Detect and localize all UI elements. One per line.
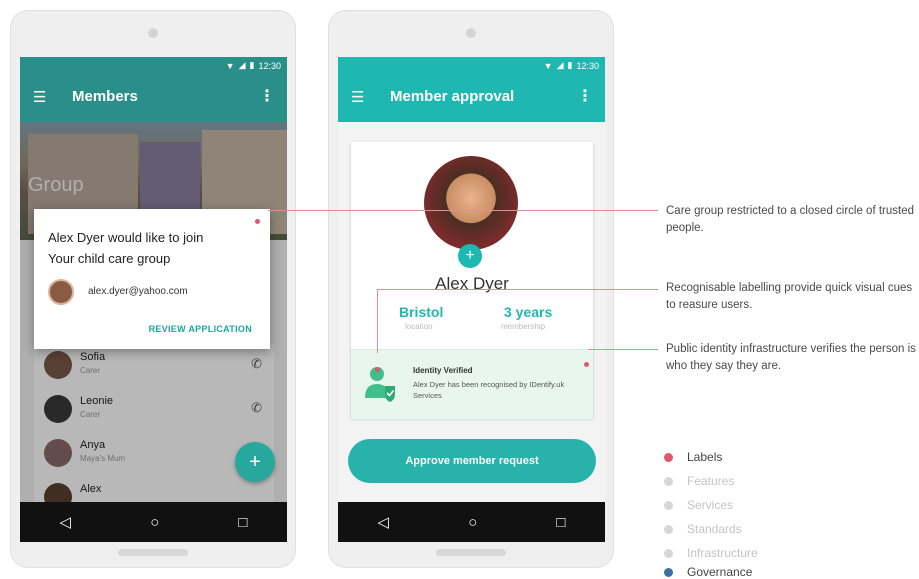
add-member-button[interactable]: + [235,442,275,482]
phone-members: ▼ ◢ ▮ 12:30 ☰ Members ⋮ Group Sofia Care… [10,10,296,568]
page-title: Members [72,88,138,105]
more-options-icon[interactable]: ⋮ [577,86,593,106]
speaker [118,549,188,556]
legend-swatch [664,452,673,462]
verify-description: Alex Dyer has been recognised by IDentif… [413,380,565,400]
legend-item: Labels [664,445,758,469]
member-name: Alex Dyer [435,274,509,293]
legend-swatch [664,568,673,577]
legend-swatch [664,548,673,558]
camera [466,28,476,38]
membership-label: membership [501,322,546,331]
android-nav-bar: ◁ ○ □ [338,502,605,542]
annotation-labelling: Recognisable labelling provide quick vis… [666,282,913,311]
member-avatar [424,156,518,250]
verified-user-icon [365,367,395,402]
annotation-connector [588,349,658,350]
status-time: 12:30 [576,60,599,71]
legend-item: Features [664,469,758,493]
legend-swatch [664,500,673,510]
approval-screen: ▼ ◢ ▮ 12:30 ☰ Member approval ⋮ + Alex D… [338,57,605,542]
wifi-icon: ▼ [543,60,553,71]
legend-item: Standards [664,517,758,541]
annotation-connector [377,289,378,353]
camera [148,28,158,38]
member-profile-card: + Alex Dyer Bristol location 3 years mem… [351,142,593,419]
status-bar: ▼ ◢ ▮ 12:30 [20,57,287,74]
approve-member-button[interactable]: Approve member request [348,439,596,483]
home-icon[interactable]: ○ [150,514,159,531]
annotation-identity: Public identity infrastructure verifies … [666,343,916,372]
back-icon[interactable]: ◁ [60,513,72,531]
verify-title: Identity Verified [413,366,473,375]
legend-item: Services [664,493,758,517]
location-value: Bristol [399,304,444,320]
dialog-message: Alex Dyer would like to join Your child … [48,230,204,266]
members-screen: ▼ ◢ ▮ 12:30 ☰ Members ⋮ Group Sofia Care… [20,57,287,542]
legend-swatch [664,476,673,486]
join-request-dialog: Alex Dyer would like to join Your child … [34,209,270,349]
menu-icon[interactable]: ☰ [351,88,364,106]
legend: Labels Features Services Standards Infra… [664,445,758,579]
label-marker [584,362,589,367]
more-options-icon[interactable]: ⋮ [259,86,275,106]
signal-icon: ◢ [556,60,564,70]
applicant-email: alex.dyer@yahoo.com [88,286,188,297]
status-bar: ▼ ◢ ▮ 12:30 [338,57,605,74]
add-icon[interactable]: + [458,244,482,268]
android-nav-bar: ◁ ○ □ [20,502,287,542]
app-bar: ☰ Member approval ⋮ [338,74,605,122]
label-marker [255,219,260,224]
back-icon[interactable]: ◁ [378,513,390,531]
legend-swatch [664,524,673,534]
recents-icon[interactable]: □ [556,514,565,531]
page-title: Member approval [390,88,515,105]
legend-item: Governance [664,565,758,579]
annotation-closed-circle: Care group restricted to a closed circle… [666,205,915,234]
status-time: 12:30 [258,60,281,71]
menu-icon[interactable]: ☰ [33,88,46,106]
signal-icon: ◢ [238,60,246,70]
location-label: location [405,322,433,331]
app-bar: ☰ Members ⋮ [20,74,287,122]
battery-icon: ▮ [249,60,255,70]
legend-item: Infrastructure [664,541,758,565]
home-icon[interactable]: ○ [468,514,477,531]
identity-verified-panel: Identity Verified Alex Dyer has been rec… [351,349,593,419]
review-application-button[interactable]: REVIEW APPLICATION [149,324,252,334]
battery-icon: ▮ [567,60,573,70]
wifi-icon: ▼ [225,60,235,71]
membership-value: 3 years [504,304,553,320]
speaker [436,549,506,556]
annotation-connector [377,289,658,290]
label-marker [375,367,380,372]
applicant-avatar [48,279,74,305]
recents-icon[interactable]: □ [238,514,247,531]
annotation-connector [268,210,658,211]
